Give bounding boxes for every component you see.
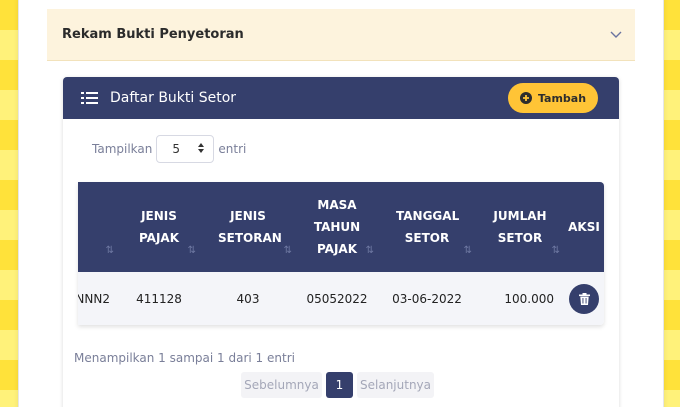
chevron-down-icon[interactable]: [609, 28, 623, 42]
add-button-label: Tambah: [537, 91, 587, 105]
col-header-npwp[interactable]: ⇅: [78, 182, 118, 272]
cell-tanggal-setor: 03-06-2022: [392, 291, 462, 306]
cell-jenis-pajak: 411128: [136, 291, 182, 306]
entries-select-value: 5: [172, 142, 181, 156]
pagination: Sebelumnya 1 Selanjutnya: [241, 372, 434, 398]
accordion-header[interactable]: Rekam Bukti Penyetoran: [47, 9, 635, 61]
trash-icon: [578, 292, 590, 305]
table-row: NNN2 411128 403 05052022 03-06-2022 100.…: [78, 272, 604, 325]
col-header-jenis-setoran[interactable]: JENIS SETORAN ⇅: [200, 182, 296, 272]
add-button[interactable]: Tambah: [508, 83, 598, 113]
cell-masa-tahun-pajak: 05052022: [306, 291, 368, 306]
sort-icon: ⇅: [365, 245, 374, 256]
accordion-title: Rekam Bukti Penyetoran: [62, 27, 244, 42]
col-header-masa-tahun-pajak[interactable]: MASA TAHUN PAJAK ⇅: [296, 182, 378, 272]
col-header-aksi: AKSI: [568, 220, 600, 234]
table-info: Menampilkan 1 sampai 1 dari 1 entri: [74, 351, 295, 365]
length-prefix: Tampilkan: [92, 142, 153, 156]
sort-icon: ⇅: [551, 245, 560, 256]
length-suffix: entri: [218, 142, 247, 156]
entries-select[interactable]: 5: [156, 135, 215, 163]
list-icon: [81, 91, 98, 105]
background-stripe-right: [664, 0, 680, 407]
background-stripe-left: [0, 0, 18, 407]
sort-icon: ⇅: [187, 245, 196, 256]
entries-length-control: Tampilkan 5 entri: [92, 135, 246, 163]
page-1-button[interactable]: 1: [326, 372, 353, 398]
col-header-tanggal-setor[interactable]: TANGGAL SETOR ⇅: [378, 182, 476, 272]
col-header-jenis-pajak[interactable]: JENIS PAJAK ⇅: [118, 182, 200, 272]
previous-page-button[interactable]: Sebelumnya: [241, 372, 322, 398]
plus-circle-icon: [519, 92, 532, 104]
col-header-jumlah-setor[interactable]: JUMLAH SETOR ⇅: [476, 182, 564, 272]
sort-icon: ⇅: [283, 245, 292, 256]
cell-npwp: NNN2: [78, 291, 110, 306]
card-header: Daftar Bukti Setor Tambah: [63, 77, 619, 119]
cell-aksi: [564, 272, 604, 325]
sort-icon: ⇅: [105, 245, 114, 256]
table-header-row: ⇅ JENIS PAJAK ⇅ JENIS SETORAN ⇅ MASA TAHUN…: [78, 182, 604, 272]
bukti-setor-table-wrapper[interactable]: ⇅ JENIS PAJAK ⇅ JENIS SETORAN ⇅ MASA TAHUN…: [78, 182, 604, 325]
sort-arrows-icon: [197, 142, 205, 157]
bukti-setor-table: ⇅ JENIS PAJAK ⇅ JENIS SETORAN ⇅ MASA TAHUN…: [78, 182, 604, 325]
card-title: Daftar Bukti Setor: [110, 90, 237, 106]
cell-jenis-setoran: 403: [236, 291, 260, 306]
delete-button[interactable]: [569, 283, 599, 314]
cell-jumlah-setor: 100.000: [504, 291, 554, 306]
next-page-button[interactable]: Selanjutnya: [357, 372, 434, 398]
sort-icon: ⇅: [463, 245, 472, 256]
